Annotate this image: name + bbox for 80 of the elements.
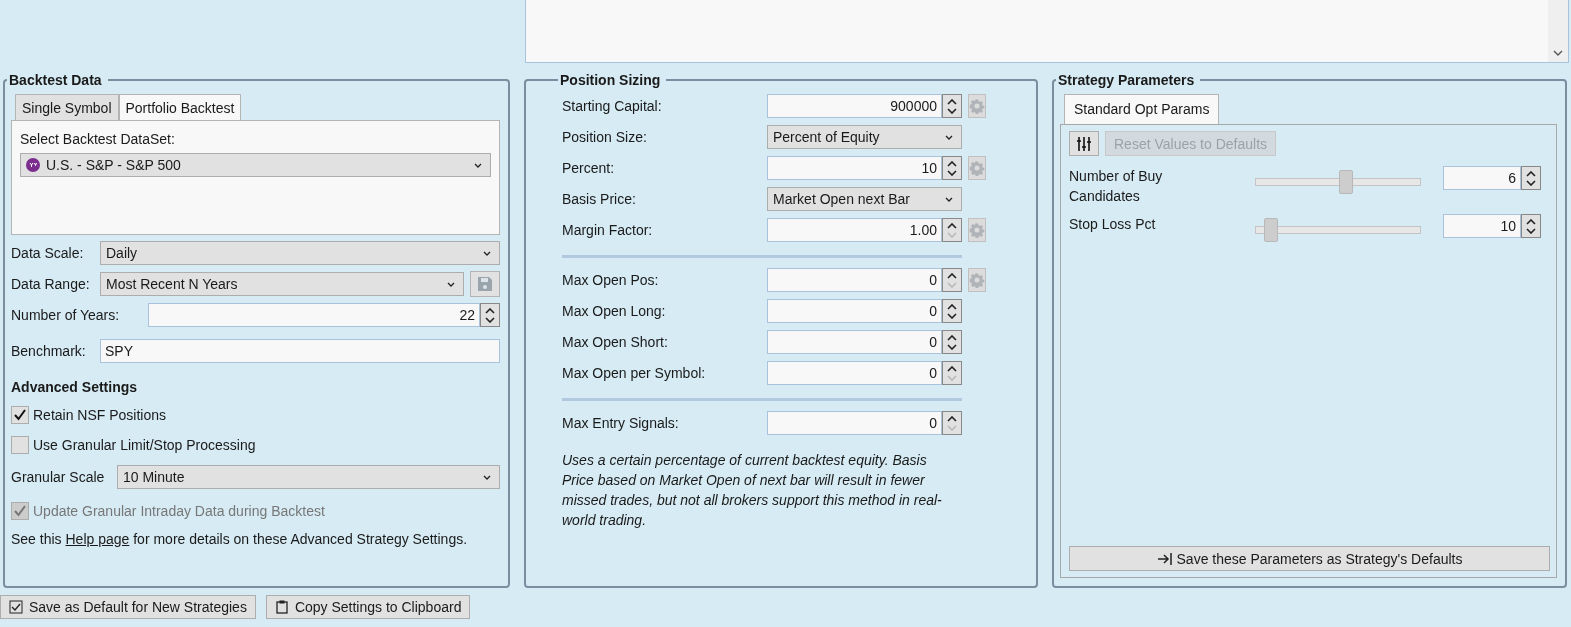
number-input[interactable]: 0	[767, 361, 942, 385]
dropdown[interactable]: Percent of Equity	[767, 125, 962, 149]
number-input[interactable]: 10	[1443, 214, 1521, 238]
spin-button[interactable]	[942, 330, 962, 354]
range-dropdown[interactable]: Most Recent N Years	[100, 272, 464, 296]
dropdown[interactable]: Market Open next Bar	[767, 187, 962, 211]
field-label: Select Backtest DataSet:	[20, 131, 176, 147]
dataset-dropdown[interactable]: U.S. - S&P - S&P 500	[20, 153, 491, 177]
scroll-down-icon[interactable]	[1553, 50, 1563, 56]
parameters-button[interactable]	[1069, 131, 1099, 156]
spin-button[interactable]	[942, 299, 962, 323]
checkbox[interactable]: Retain NSF Positions	[11, 405, 167, 425]
source-icon	[26, 158, 40, 172]
number-input[interactable]: 0	[767, 268, 942, 292]
sliders-icon	[1076, 135, 1092, 152]
spin-button[interactable]	[1521, 166, 1541, 190]
number-input[interactable]: 10	[767, 156, 942, 180]
checkbox-icon	[9, 600, 23, 614]
group-title: Strategy Parameters	[1057, 72, 1196, 88]
tab[interactable]: Single Symbol	[15, 94, 119, 120]
number-input[interactable]: 0	[767, 330, 942, 354]
field-label: Data Scale:	[11, 245, 85, 261]
footer-button[interactable]: Save as Default for New Strategies	[0, 595, 256, 619]
field-label: Max Open Short:	[562, 334, 669, 350]
field-label: Max Open per Symbol:	[562, 365, 707, 381]
benchmark-input[interactable]: SPY	[100, 339, 500, 363]
field-label: Starting Capital:	[562, 98, 663, 114]
group-title: Backtest Data	[8, 72, 103, 88]
field-label: Percent:	[562, 160, 616, 176]
clipboard-icon	[274, 600, 289, 614]
field-label: Basis Price:	[562, 191, 637, 207]
gear-icon	[969, 222, 985, 238]
field-label: Max Open Pos:	[562, 272, 660, 288]
number-input[interactable]: 900000	[767, 94, 942, 118]
group-title: Position Sizing	[559, 72, 662, 88]
field-label: Margin Factor:	[562, 222, 654, 238]
field-label: Number of Years:	[11, 307, 121, 323]
field-label: Max Entry Signals:	[562, 415, 680, 431]
number-input[interactable]: 0	[767, 299, 942, 323]
spin-button[interactable]	[480, 303, 500, 327]
field-label: Max Open Long:	[562, 303, 667, 319]
tab[interactable]: Standard Opt Params	[1064, 94, 1220, 124]
save-defaults-button[interactable]: Save these Parameters as Strategy's Defaults	[1069, 546, 1550, 571]
caret-icon	[474, 162, 482, 168]
gear-icon	[969, 98, 985, 114]
help-text: See this Help page for more details on these Advanced Strategy Settings.	[11, 531, 469, 547]
number-input[interactable]: 1.00	[767, 218, 942, 242]
footer-button[interactable]: Copy Settings to Clipboard	[265, 595, 471, 619]
granular-dropdown[interactable]: 10 Minute	[117, 465, 500, 489]
field-label: Data Range:	[11, 276, 91, 292]
checkbox[interactable]: Use Granular Limit/Stop Processing	[11, 435, 256, 455]
slider-thumb[interactable]	[1338, 170, 1353, 194]
parameter-label: Stop Loss Pct	[1069, 215, 1157, 234]
number-input[interactable]: 6	[1443, 166, 1521, 190]
slider-thumb[interactable]	[1263, 218, 1278, 242]
parameter-label: Number of Buy Candidates	[1069, 167, 1164, 206]
gear-icon	[969, 272, 985, 288]
spin-button[interactable]	[1521, 214, 1541, 238]
check-icon	[13, 504, 27, 518]
caret-icon	[483, 250, 491, 256]
caret-icon	[483, 474, 491, 480]
help-link[interactable]: Help page	[65, 531, 130, 547]
tab[interactable]: Portfolio Backtest	[118, 94, 242, 120]
years-input[interactable]: 22	[148, 303, 480, 327]
caret-icon	[945, 134, 953, 140]
spin-button[interactable]	[942, 156, 962, 180]
gear-icon	[969, 160, 985, 176]
check-icon	[13, 408, 27, 422]
spin-button[interactable]	[942, 94, 962, 118]
section-heading: Advanced Settings	[11, 379, 139, 395]
scale-dropdown[interactable]: Daily	[100, 241, 500, 265]
field-label: Position Size:	[562, 129, 648, 145]
caret-icon	[945, 196, 953, 202]
scrollbar[interactable]	[1548, 0, 1568, 62]
field-label: Granular Scale	[11, 469, 106, 485]
caret-icon	[447, 281, 455, 287]
field-label: Benchmark:	[11, 343, 87, 359]
arrow-to-bar-icon	[1156, 551, 1173, 566]
description-text: Uses a certain percentage of current backtest equity. Basis Price based on Market Open of next bar will result in fewer missed trades, but not all brokers support this method in real-world trading.	[562, 451, 943, 530]
number-input[interactable]: 0	[767, 411, 942, 435]
